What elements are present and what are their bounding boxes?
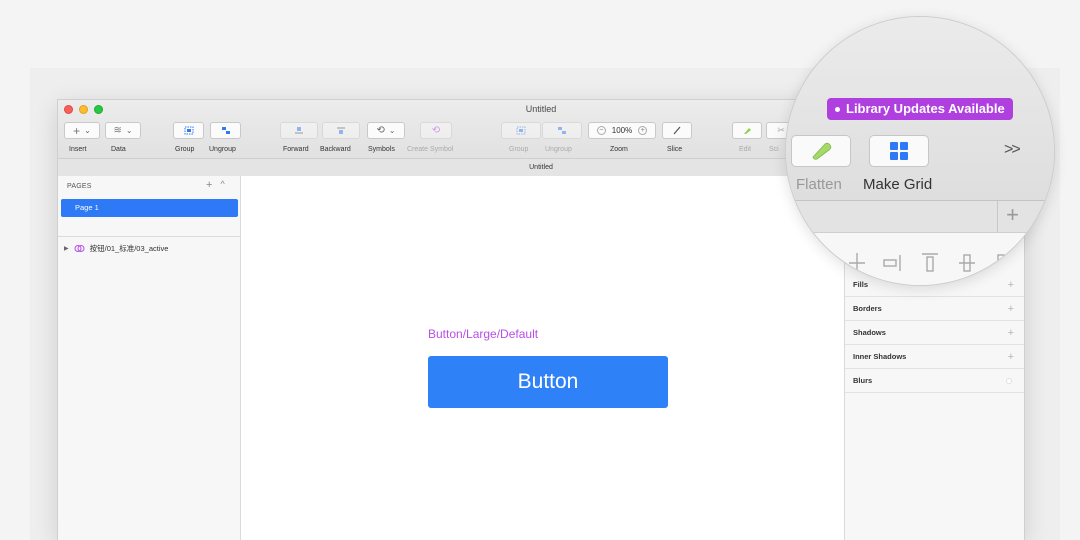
section-label: Inner Shadows xyxy=(853,352,907,361)
insert-label: Insert xyxy=(69,146,87,153)
backward-button[interactable] xyxy=(322,122,360,139)
add-page-button[interactable]: + xyxy=(206,179,212,191)
flatten-icon xyxy=(812,142,832,160)
ungroup-label-secondary: Ungroup xyxy=(545,146,572,153)
blurs-section[interactable]: Blurs xyxy=(845,369,1024,393)
group-label-secondary: Group xyxy=(509,146,529,153)
dot-icon xyxy=(835,106,840,112)
align-right-edge-icon xyxy=(883,255,901,271)
chevron-down-icon: ⌄ xyxy=(125,126,133,135)
scissors-icon: ✂ xyxy=(777,125,785,135)
make-grid-button[interactable] xyxy=(869,135,929,167)
add-tab-button[interactable]: + xyxy=(997,201,1027,232)
zoom-out-button[interactable]: − xyxy=(596,126,606,135)
blur-toggle[interactable] xyxy=(1006,378,1012,384)
align-middle-icon xyxy=(959,254,975,272)
group-icon xyxy=(516,126,526,135)
grid-icon xyxy=(890,142,908,160)
page-item[interactable]: Page 1 xyxy=(61,199,238,217)
library-updates-text: Library Updates Available xyxy=(846,101,1005,116)
section-label: Blurs xyxy=(853,376,873,385)
forward-icon xyxy=(295,127,303,134)
make-grid-label: Make Grid xyxy=(863,176,933,193)
ungroup-button[interactable] xyxy=(210,122,241,139)
group-icon xyxy=(184,126,193,135)
group-button-secondary[interactable] xyxy=(501,122,541,139)
slice-label: Slice xyxy=(667,146,683,153)
zoom-in-button[interactable]: + xyxy=(638,126,648,135)
insert-button[interactable]: + ⌄ xyxy=(64,122,100,139)
align-top-icon xyxy=(922,253,938,272)
add-border-button[interactable]: + xyxy=(1008,297,1014,321)
ungroup-label: Ungroup xyxy=(209,146,236,153)
scissors-label: Sci xyxy=(769,146,779,153)
symbols-button[interactable]: ⟲ ⌄ xyxy=(367,122,405,139)
backward-label: Backward xyxy=(320,146,351,153)
data-icon: ≋ xyxy=(113,125,122,136)
layer-name: 按钮/01_标准/03_active xyxy=(89,244,169,253)
borders-section[interactable]: Borders + xyxy=(845,297,1024,321)
slice-knife-icon xyxy=(673,126,681,135)
backward-icon xyxy=(337,127,345,134)
data-button[interactable]: ≋ ⌄ xyxy=(105,122,141,139)
add-inner-shadow-button[interactable]: + xyxy=(1008,345,1014,369)
data-label: Data xyxy=(111,146,126,153)
align-bottom-icon xyxy=(993,254,1009,273)
group-button[interactable] xyxy=(173,122,204,139)
section-label: Borders xyxy=(853,304,882,313)
add-shadow-button[interactable]: + xyxy=(1008,321,1014,345)
symbols-icon: ⟲ xyxy=(376,125,385,136)
magnifier-lens: Library Updates Available Flatten Make G… xyxy=(785,16,1055,286)
group-label: Group xyxy=(175,146,195,153)
pages-controls: + ^ xyxy=(206,179,225,191)
plus-icon: + xyxy=(73,123,81,138)
flatten-label: Flatten xyxy=(796,176,842,193)
zoom-value: 100% xyxy=(611,126,633,135)
flatten-button[interactable] xyxy=(791,135,851,167)
edit-button[interactable] xyxy=(732,122,762,139)
ungroup-icon xyxy=(558,127,566,134)
expand-triangle-icon[interactable]: ▶ xyxy=(64,245,69,252)
artboard-label[interactable]: Button/Large/Default xyxy=(428,327,538,341)
ungroup-icon xyxy=(221,127,230,134)
section-label: Shadows xyxy=(853,328,886,337)
alignment-icons xyxy=(804,253,1009,273)
align-right-icon xyxy=(804,255,817,271)
slice-button[interactable] xyxy=(662,122,692,139)
ungroup-button-secondary[interactable] xyxy=(542,122,582,139)
library-updates-badge[interactable]: Library Updates Available xyxy=(827,98,1013,120)
create-symbol-icon: ⟲ xyxy=(431,125,441,136)
forward-button[interactable] xyxy=(280,122,318,139)
chevron-down-icon: ⌄ xyxy=(84,126,91,135)
layers-sidebar: PAGES + ^ Page 1 ▶ 按钮/01_标准/03_active xyxy=(58,176,241,540)
zoom-label: Zoom xyxy=(610,146,628,153)
layer-item[interactable]: ▶ 按钮/01_标准/03_active xyxy=(64,243,168,254)
canvas[interactable]: Button/Large/Default Button xyxy=(242,176,844,540)
shadows-section[interactable]: Shadows + xyxy=(845,321,1024,345)
create-symbol-button[interactable]: ⟲ xyxy=(420,122,452,139)
collapse-pages-button[interactable]: ^ xyxy=(220,179,224,191)
edit-label: Edit xyxy=(739,146,752,153)
alignment-toolbar xyxy=(786,233,1054,285)
chevron-down-icon: ⌄ xyxy=(388,126,396,135)
inner-shadows-section[interactable]: Inner Shadows + xyxy=(845,345,1024,369)
button-symbol[interactable]: Button xyxy=(428,356,668,408)
sidebar-divider xyxy=(58,236,240,237)
forward-label: Forward xyxy=(283,146,309,153)
pages-header: PAGES xyxy=(67,183,92,190)
edit-brush-icon xyxy=(744,128,751,134)
symbols-label: Symbols xyxy=(368,146,395,153)
zoom-control[interactable]: − 100% + xyxy=(588,122,656,139)
toolbar-overflow-button[interactable]: >> xyxy=(1004,141,1021,159)
symbol-instance-icon xyxy=(74,245,85,252)
create-symbol-label: Create Symbol xyxy=(407,146,454,153)
align-center-horizontal-icon xyxy=(849,253,865,273)
